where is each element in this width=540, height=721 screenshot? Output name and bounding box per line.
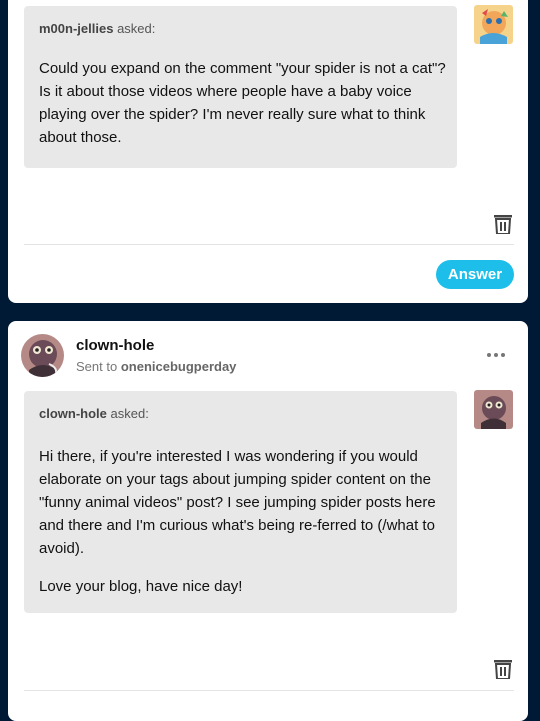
ask-message: Could you expand on the comment "your sp…: [39, 57, 449, 164]
asker-line: clown-hole asked:: [39, 406, 149, 421]
asker-name[interactable]: m00n-jellies: [39, 21, 113, 36]
ask-bubble: clown-hole asked: Hi there, if you're in…: [24, 391, 457, 613]
asker-name[interactable]: clown-hole: [39, 406, 107, 421]
asked-label: asked:: [110, 406, 149, 421]
asker-line: m00n-jellies asked:: [39, 21, 155, 36]
trash-icon: [494, 660, 512, 680]
delete-button[interactable]: [494, 214, 512, 235]
trash-icon: [494, 215, 512, 235]
asker-avatar-thumb[interactable]: [474, 390, 513, 429]
ask-paragraph: Could you expand on the comment "your sp…: [39, 60, 446, 146]
ask-message: Hi there, if you're interested I was won…: [39, 445, 449, 613]
asked-label: asked:: [117, 21, 156, 36]
sent-to-line: Sent to onenicebugperday: [76, 359, 236, 374]
answer-button[interactable]: Answer: [436, 260, 514, 289]
ask-post-card: m00n-jellies asked: Could you expand on …: [8, 0, 528, 303]
recipient-blog-link[interactable]: onenicebugperday: [121, 359, 237, 374]
ask-bubble: m00n-jellies asked: Could you expand on …: [24, 6, 457, 168]
blog-name[interactable]: clown-hole: [76, 337, 154, 354]
delete-button[interactable]: [494, 659, 512, 680]
asker-avatar-thumb[interactable]: [474, 5, 513, 44]
divider: [24, 244, 514, 245]
more-options-button[interactable]: [486, 347, 510, 363]
avatar[interactable]: [21, 334, 64, 377]
more-options-icon: [487, 353, 505, 357]
divider: [24, 690, 514, 691]
sent-to-label: Sent to: [76, 359, 118, 374]
ask-post-card: clown-hole Sent to onenicebugperday clow…: [8, 321, 528, 721]
ask-paragraph: Hi there, if you're interested I was won…: [39, 448, 436, 557]
ask-paragraph: Love your blog, have nice day!: [39, 578, 243, 595]
